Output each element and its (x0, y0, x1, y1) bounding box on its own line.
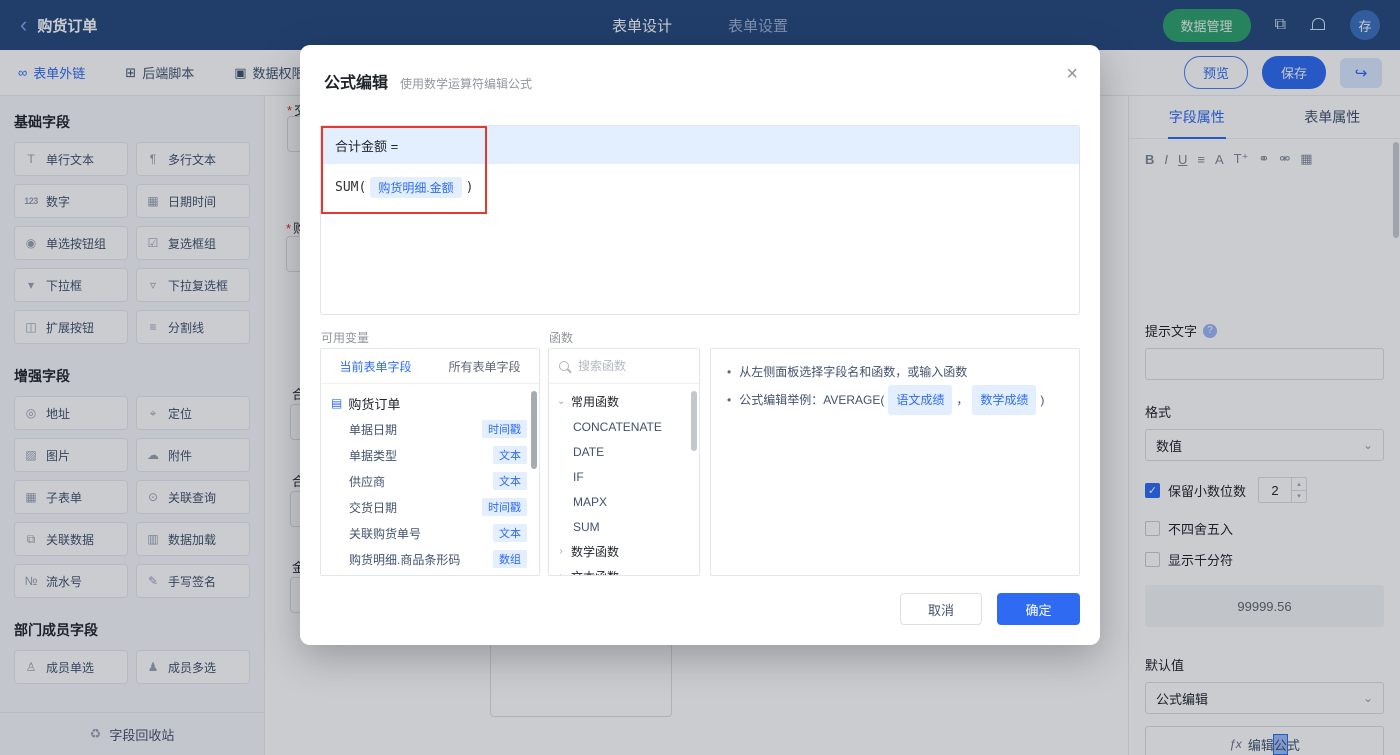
group-label: 数学函数 (571, 545, 620, 559)
tab-current-form-fields[interactable]: 当前表单字段 (321, 349, 430, 383)
variable-row[interactable]: 交货日期 时间戳 (321, 494, 539, 520)
close-icon[interactable]: × (1066, 63, 1078, 86)
variables-scrollbar[interactable] (531, 391, 537, 469)
search-icon (559, 361, 569, 371)
variable-name: 交货日期 (349, 500, 398, 515)
group-label: 常用函数 (571, 395, 620, 409)
form-doc-icon: ▤ (331, 396, 343, 410)
function-search-input[interactable] (576, 358, 689, 374)
variable-row[interactable]: 单据类型 文本 (321, 442, 539, 468)
function-item[interactable]: CONCATENATE (549, 414, 699, 439)
help-panel: • 从左侧面板选择字段名和函数，或输入函数 • 公式编辑举例：AVERAGE( … (710, 348, 1080, 576)
variable-name: 购货明细.商品条形码 (349, 552, 461, 567)
modal-title: 公式编辑 (324, 75, 389, 92)
formula-editor-box: 合计金额 = SUM( 购货明细.金额 ) (320, 125, 1080, 315)
formula-editor[interactable]: SUM( 购货明细.金额 ) (321, 164, 1079, 211)
bullet-icon: • (727, 365, 732, 379)
type-tag: 时间戳 (482, 498, 527, 516)
help-text: ， (956, 393, 969, 407)
group-label: 文本函数 (571, 568, 619, 575)
variable-row[interactable]: 供应商 文本 (321, 468, 539, 494)
function-item[interactable]: IF (549, 464, 699, 489)
help-text: 从左侧面板选择字段名和函数，或输入函数 (739, 365, 968, 379)
modal-subtitle: 使用数学运算符编辑公式 (400, 77, 533, 91)
function-group-common[interactable]: ⌄ 常用函数 (549, 389, 699, 414)
type-tag: 文本 (493, 446, 527, 464)
formula-function: SUM( (335, 180, 367, 195)
functions-label: 函数 (549, 331, 574, 345)
formula-target: 合计金额 = (321, 126, 1079, 164)
help-text: ) (1040, 393, 1045, 407)
example-field-token: 语文成绩 (888, 385, 953, 415)
confirm-button[interactable]: 确定 (997, 593, 1080, 625)
formula-field-token: 购货明细.金额 (370, 177, 462, 198)
help-body: • 从左侧面板选择字段名和函数，或输入函数 • 公式编辑举例：AVERAGE( … (711, 349, 1079, 425)
caret-right-icon: › (557, 571, 565, 575)
variables-tree: ▤ 购货订单 单据日期 时间戳 单据类型 文本 供应商 文本 交货日期 时间戳 关联购货… (321, 384, 539, 575)
variables-label: 可用变量 (321, 331, 370, 345)
type-tag: 文本 (493, 472, 527, 490)
function-group-text[interactable]: › 文本函数 (549, 564, 699, 575)
formula-paren: ) (465, 180, 474, 195)
variable-row[interactable]: 单据日期 时间戳 (321, 416, 539, 442)
tree-root[interactable]: ▤ 购货订单 (321, 390, 539, 416)
cancel-button[interactable]: 取消 (900, 593, 982, 625)
variable-row[interactable]: 关联购货单号 文本 (321, 520, 539, 546)
variables-tabs: 当前表单字段 所有表单字段 (321, 349, 539, 384)
functions-panel: ⌄ 常用函数 CONCATENATE DATE IF MAPX SUM › 数学函数… (548, 348, 700, 576)
function-item[interactable]: SUM (549, 514, 699, 539)
variables-panel: 当前表单字段 所有表单字段 ▤ 购货订单 单据日期 时间戳 单据类型 文本 供应商文… (320, 348, 540, 576)
caret-right-icon: › (559, 546, 563, 557)
formula-edit-modal: 公式编辑 使用数学运算符编辑公式 × 合计金额 = SUM( 购货明细.金额 )… (300, 45, 1100, 645)
variable-name: 单据类型 (349, 448, 398, 463)
variable-row[interactable]: 购货明细.商品条形码 数组 (321, 546, 539, 572)
function-group-math[interactable]: › 数学函数 (549, 539, 699, 564)
app-window: ‹ 购货订单 表单设计 表单设置 数据管理 ⧉ 存 ∞ 表单外链 ⊞ 后端脚本 … (0, 0, 1400, 755)
modal-header: 公式编辑 使用数学运算符编辑公式 (300, 45, 1100, 93)
help-tip: • 从左侧面板选择字段名和函数，或输入函数 (727, 359, 1063, 385)
function-search (549, 349, 699, 384)
caret-down-icon: ⌄ (557, 396, 566, 407)
function-item[interactable]: DATE (549, 439, 699, 464)
functions-scrollbar[interactable] (691, 391, 697, 451)
type-tag: 数组 (493, 550, 527, 568)
tab-all-form-fields[interactable]: 所有表单字段 (430, 349, 539, 383)
functions-tree: ⌄ 常用函数 CONCATENATE DATE IF MAPX SUM › 数学函数… (549, 384, 699, 575)
variable-name: 关联购货单号 (349, 526, 422, 541)
tree-root-label: 购货订单 (348, 396, 401, 412)
bullet-icon: • (727, 393, 732, 407)
example-field-token: 数学成绩 (972, 385, 1037, 415)
function-item[interactable]: MAPX (549, 489, 699, 514)
type-tag: 时间戳 (482, 420, 527, 438)
help-text: 公式编辑举例：AVERAGE( (739, 393, 885, 407)
help-tip: • 公式编辑举例：AVERAGE( 语文成绩 ， 数学成绩 ) (727, 385, 1063, 415)
type-tag: 文本 (493, 524, 527, 542)
variable-name: 供应商 (349, 474, 386, 489)
variable-name: 单据日期 (349, 422, 398, 437)
